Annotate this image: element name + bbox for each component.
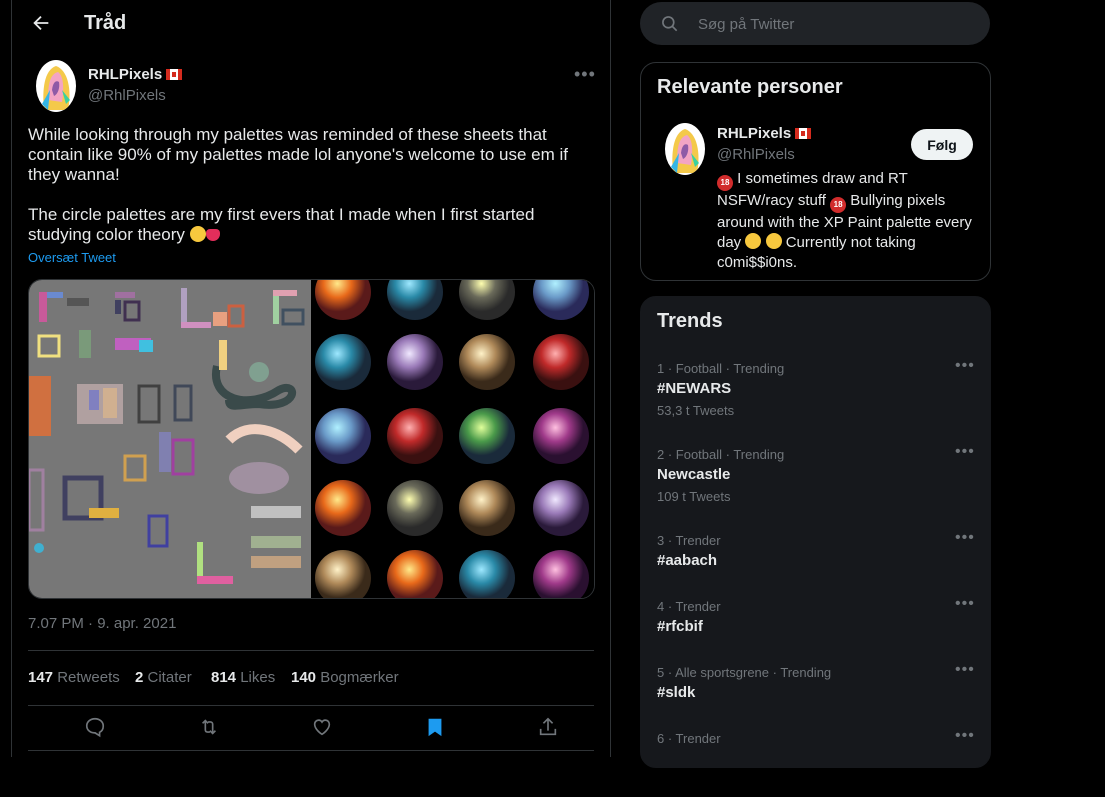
search-icon (662, 16, 678, 32)
trends-title: Trends (657, 310, 723, 332)
follow-button[interactable]: Følg (911, 129, 973, 160)
page-title: Tråd (84, 12, 127, 34)
eighteen-badge-icon: 18 (717, 175, 733, 191)
quotes-stat[interactable]: 2 Citater (135, 669, 192, 686)
more-options-icon[interactable]: ••• (955, 529, 975, 547)
heart-emoji-icon (205, 229, 220, 241)
thread-header: Tråd (12, 0, 610, 50)
canada-flag-icon (166, 69, 183, 80)
relevant-people-panel: Relevante personer RHLPixels @RhlPixels … (640, 62, 991, 281)
relieved-emoji-icon (189, 226, 206, 242)
author-avatar[interactable] (36, 60, 76, 112)
trend-item[interactable]: 4 · Trender #rfcbif ••• (641, 595, 990, 665)
tweet-paragraph-2: The circle palettes are my first evers t… (28, 205, 535, 244)
tweet-text: While looking through my palettes was re… (28, 125, 598, 245)
search-bar[interactable] (640, 2, 990, 47)
tweet-timestamp[interactable]: 7.07 PM · 9. apr. 2021 (28, 615, 176, 632)
more-options-icon[interactable]: ••• (955, 443, 975, 461)
main-column: Tråd RHLPixels @RhlPixels ••• While look… (11, 0, 611, 757)
relevant-bio: 18 I sometimes draw and RT NSFW/racy stu… (717, 170, 972, 271)
trend-item[interactable]: 5 · Alle sportsgrene · Trending #sldk ••… (641, 661, 990, 731)
reply-icon[interactable] (84, 716, 106, 738)
trends-panel: Trends 1 · Football · Trending #NEWARS 5… (640, 296, 991, 768)
more-options-icon[interactable]: ••• (574, 64, 596, 85)
trend-meta: 3 · Trender (657, 533, 721, 548)
tweet-paragraph-1: While looking through my palettes was re… (28, 125, 568, 184)
trend-name: #rfcbif (657, 618, 703, 635)
trend-name: #aabach (657, 552, 718, 569)
trend-meta: 6 · Trender (657, 731, 721, 746)
trend-name: #sldk (657, 684, 696, 701)
retweets-stat[interactable]: 147 Retweets (28, 669, 120, 686)
back-arrow-icon[interactable] (30, 12, 52, 34)
trend-meta: 1 · Football · Trending (657, 361, 785, 376)
canada-flag-icon (795, 128, 812, 139)
more-options-icon[interactable]: ••• (955, 595, 975, 613)
trend-count: 109 t Tweets (657, 489, 731, 504)
trend-name: Newcastle (657, 466, 731, 483)
tweet-stats: 147 Retweets 2 Citater 814 Likes 140 Bog… (28, 650, 594, 706)
retweet-icon[interactable] (198, 716, 220, 738)
trend-name: #NEWARS (657, 380, 732, 397)
trend-item[interactable]: 6 · Trender ••• (641, 727, 990, 797)
eighteen-badge-icon: 18 (830, 197, 847, 213)
relevant-people-title: Relevante personer (657, 76, 843, 98)
relevant-avatar[interactable] (665, 123, 705, 175)
tweet-actions (28, 705, 594, 751)
more-options-icon[interactable]: ••• (955, 357, 975, 375)
flexed-arm-emoji-icon (745, 233, 762, 249)
author-name[interactable]: RHLPixels (88, 66, 183, 83)
like-icon[interactable] (311, 716, 333, 738)
trend-count: 53,3 t Tweets (657, 403, 735, 418)
trend-item[interactable]: 1 · Football · Trending #NEWARS 53,3 t T… (641, 357, 990, 427)
circle-palette-sheet (311, 280, 594, 598)
trend-item[interactable]: 2 · Football · Trending Newcastle 109 t … (641, 443, 990, 513)
search-input[interactable] (696, 2, 970, 47)
tweet-image[interactable] (28, 279, 595, 599)
trend-meta: 5 · Alle sportsgrene · Trending (657, 665, 832, 680)
trend-meta: 2 · Football · Trending (657, 447, 785, 462)
relevant-handle[interactable]: @RhlPixels (717, 146, 795, 163)
bookmark-icon[interactable] (424, 716, 446, 738)
pixel-palette-sheet (29, 280, 311, 598)
more-options-icon[interactable]: ••• (955, 727, 975, 745)
more-options-icon[interactable]: ••• (955, 661, 975, 679)
trend-meta: 4 · Trender (657, 599, 721, 614)
share-icon[interactable] (537, 716, 559, 738)
translate-link[interactable]: Oversæt Tweet (28, 250, 116, 265)
bookmarks-stat[interactable]: 140 Bogmærker (291, 669, 399, 686)
trend-item[interactable]: 3 · Trender #aabach ••• (641, 529, 990, 599)
angry-face-emoji-icon (765, 233, 782, 249)
relevant-name[interactable]: RHLPixels (717, 125, 812, 142)
likes-stat[interactable]: 814 Likes (211, 669, 275, 686)
author-handle[interactable]: @RhlPixels (88, 87, 166, 104)
